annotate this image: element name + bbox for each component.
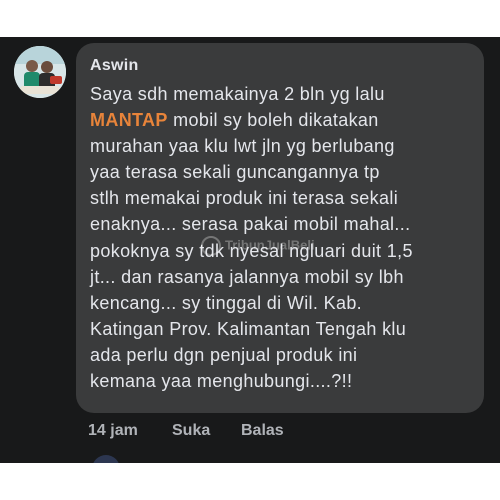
comment-line: ada perlu dgn penjual produk ini <box>90 344 358 365</box>
like-button[interactable]: Suka <box>172 422 210 440</box>
comment-line: jt... dan rasanya jalannya mobil sy lbh <box>90 266 404 287</box>
comment-line: yaa terasa sekali guncangannya tp <box>90 162 380 183</box>
comment-line: Saya sdh memakainya 2 bln yg lalu <box>90 84 385 104</box>
comment-line: enaknya... serasa pakai mobil mahal... <box>90 214 411 235</box>
comment-timestamp[interactable]: 14 jam <box>88 422 138 440</box>
watermark-logo-icon <box>201 236 221 256</box>
comment-author[interactable]: Aswin <box>90 57 139 75</box>
avatar-photo <box>14 46 66 98</box>
highlight-word: MANTAP <box>90 110 168 131</box>
comment-line: kemana yaa menghubungi....?!! <box>90 371 353 392</box>
comment-line: kencang... sy tinggal di Wil. Kab. <box>90 292 363 313</box>
comment-panel: Aswin Saya sdh memakainya 2 bln yg lalu … <box>0 37 500 463</box>
next-avatar-partial <box>92 455 120 463</box>
comment-line: stlh memakai produk ini terasa sekali <box>90 188 399 209</box>
comment-bubble: Aswin Saya sdh memakainya 2 bln yg lalu … <box>76 43 484 413</box>
reply-button[interactable]: Balas <box>241 422 284 440</box>
comment-line: Katingan Prov. Kalimantan Tengah klu <box>90 318 407 339</box>
watermark: TribunJualBeli <box>201 236 315 256</box>
comment-line: MANTAP mobil sy boleh dikatakan <box>90 110 379 131</box>
avatar[interactable] <box>14 46 66 98</box>
comment-line: murahan yaa klu lwt jln yg berlubang <box>90 136 395 157</box>
